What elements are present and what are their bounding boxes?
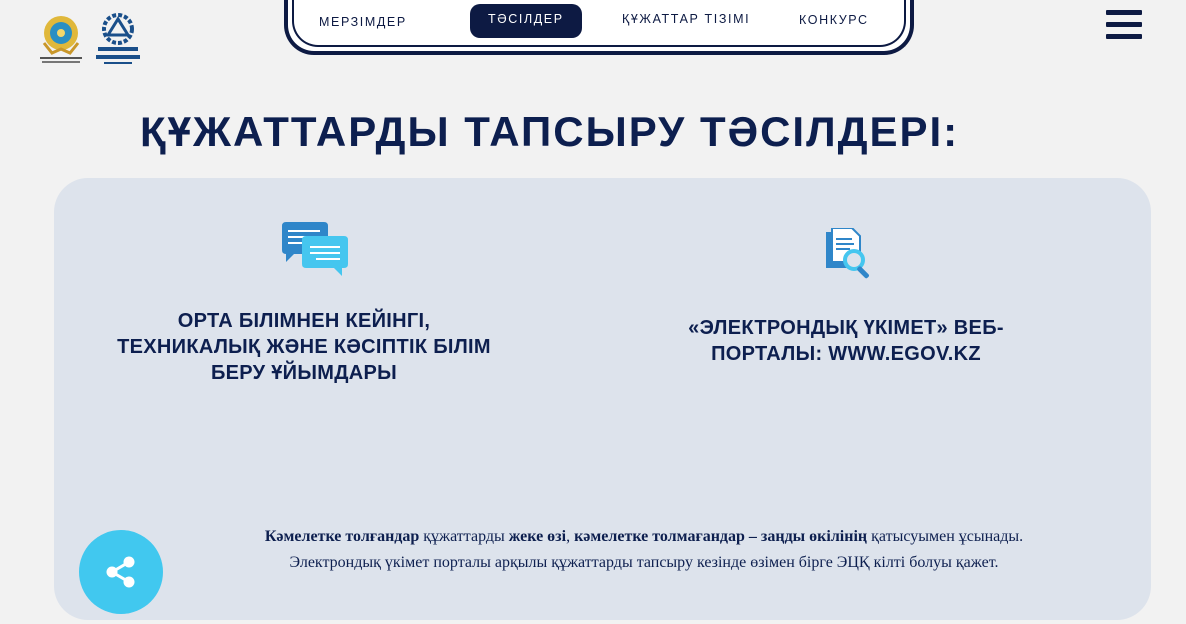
note-in-person: жеке өзі (508, 528, 567, 545)
menu-hamburger-icon[interactable] (1106, 10, 1142, 40)
nav-item-konkurs[interactable]: КОНКУРС (799, 13, 869, 27)
note-minors: кәмелетке толмағандар – заңды өкілінің (574, 528, 868, 545)
document-search-icon (826, 228, 869, 279)
note-text: құжаттарды (419, 528, 509, 545)
method-tvet-organizations: ОРТА БІЛІМНЕН КЕЙІНГІ, ТЕХНИКАЛЫҚ ЖӘНЕ К… (117, 310, 491, 384)
note-adults: Кәмелетке толғандар (264, 528, 420, 545)
method-egov-portal: «ЭЛЕКТРОНДЫҚ ҮКІМЕТ» ВЕБ-ПОРТАЛЫ: WWW.EG… (688, 317, 1004, 365)
nav-item-tasilder[interactable]: ТӘСІЛДЕР (470, 4, 582, 38)
hamburger-line (1106, 10, 1142, 15)
hamburger-line (1106, 34, 1142, 39)
zhumysshy-mamandyqtar-logo[interactable] (94, 13, 142, 67)
note-line-2: Электрондық үкімет порталы арқылы құжатт… (289, 554, 999, 571)
nav-inner-frame: МЕРЗІМДЕР ТӘСІЛДЕР ҚҰЖАТТАР ТІЗІМІ КОНКУ… (292, 0, 906, 47)
note-line-1: Кәмелетке толғандар құжаттарды жеке өзі,… (204, 524, 1084, 550)
share-icon (106, 556, 135, 588)
kazakhstan-emblem-logo[interactable] (38, 13, 84, 65)
top-navigation: МЕРЗІМДЕР ТӘСІЛДЕР ҚҰЖАТТАР ТІЗІМІ КОНКУ… (284, 0, 914, 55)
nav-item-kuzhattar-tizimi[interactable]: ҚҰЖАТТАР ТІЗІМІ (622, 12, 750, 26)
note-text: , (566, 528, 575, 545)
chat-bubbles-icon (282, 222, 348, 276)
page-title: ҚҰЖАТТАРДЫ ТАПСЫРУ ТӘСІЛДЕРІ: (140, 108, 960, 155)
nav-item-merzimder[interactable]: МЕРЗІМДЕР (319, 15, 407, 29)
hamburger-line (1106, 22, 1142, 27)
methods-panel: ОРТА БІЛІМНЕН КЕЙІНГІ, ТЕХНИКАЛЫҚ ЖӘНЕ К… (54, 178, 1151, 620)
share-button[interactable] (79, 530, 163, 614)
note-text: қатысуымен ұсынады. (867, 528, 1024, 545)
submission-note: Кәмелетке толғандар құжаттарды жеке өзі,… (204, 524, 1084, 576)
header-logos (38, 13, 142, 67)
